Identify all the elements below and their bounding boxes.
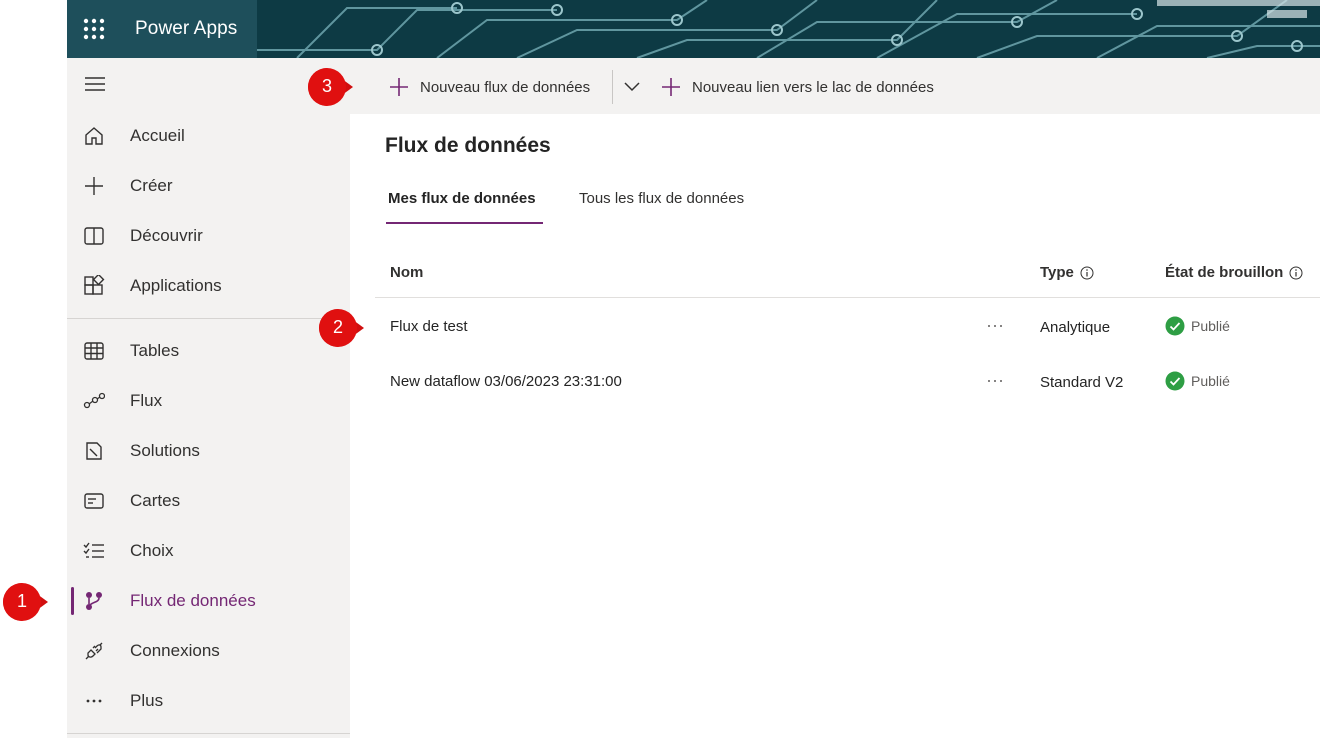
dataflow-icon (86, 592, 102, 610)
more-actions-icon[interactable] (985, 376, 1005, 386)
callout-number: 1 (16, 591, 27, 611)
command-bar: Nouveau flux de données Nouveau lien ver… (350, 58, 1320, 114)
callout-number: 2 (332, 317, 343, 337)
sidebar-item-flux[interactable]: Flux (67, 379, 350, 423)
toolbar-divider (612, 70, 613, 104)
sidebar-item-label: Flux (130, 391, 163, 410)
more-icon (86, 699, 102, 703)
column-header-label: Type (1040, 264, 1074, 281)
card-icon (84, 493, 104, 509)
app-header: Power Apps (67, 0, 1320, 58)
plus-icon (390, 78, 408, 96)
row-type: Standard V2 (1040, 374, 1124, 391)
plug-icon (85, 642, 103, 660)
more-actions-icon[interactable] (985, 321, 1005, 331)
sidebar-item-solutions[interactable]: Solutions (67, 429, 350, 473)
sidebar-item-applications[interactable]: Applications (67, 264, 350, 308)
waffle-icon[interactable] (81, 16, 107, 42)
app-title[interactable]: Power Apps (135, 18, 237, 40)
check-circle-icon (1165, 316, 1185, 336)
sidebar-item-tables[interactable]: Tables (67, 329, 350, 373)
plus-icon (662, 78, 680, 96)
flow-icon (83, 392, 105, 409)
nav-divider (67, 318, 350, 319)
active-indicator (71, 587, 74, 615)
sidebar-item-label: Solutions (130, 441, 200, 460)
sidebar-item-label: Applications (130, 276, 222, 295)
column-header-draft-state[interactable]: État de brouillon (1165, 264, 1303, 281)
sidebar-item-label: Cartes (130, 491, 181, 510)
sidebar-item-cartes[interactable]: Cartes (67, 479, 350, 523)
row-name-link[interactable]: New dataflow 03/06/2023 23:31:00 (390, 373, 622, 390)
sidebar-item-label: Accueil (130, 126, 185, 145)
status-text: Publié (1191, 373, 1230, 389)
plus-icon (85, 177, 103, 195)
tab-tous-les-flux[interactable]: Tous les flux de données (579, 190, 744, 207)
column-header-label: Nom (390, 264, 424, 281)
status-badge: Publié (1165, 316, 1230, 336)
book-icon (84, 227, 104, 245)
status-badge: Publié (1165, 371, 1230, 391)
sidebar-item-connexions[interactable]: Connexions (67, 629, 350, 673)
tab-mes-flux[interactable]: Mes flux de données (388, 190, 536, 207)
callout-number: 3 (321, 76, 332, 96)
callout-badge: 2 (318, 308, 366, 348)
sidebar-item-choix[interactable]: Choix (67, 529, 350, 573)
apps-icon (84, 275, 105, 295)
chevron-down-icon[interactable] (622, 76, 642, 96)
sidebar-item-label: Choix (130, 541, 174, 560)
callout-badge: 1 (2, 582, 50, 622)
sidebar-item-label: Connexions (130, 641, 220, 660)
column-header-label: État de brouillon (1165, 264, 1284, 281)
sidebar-item-decouvrir[interactable]: Découvrir (67, 214, 350, 258)
sidebar-item-label: Découvrir (130, 226, 203, 245)
choices-icon (83, 542, 104, 558)
column-header-name[interactable]: Nom (390, 264, 423, 281)
sidebar-item-label: Flux de données (130, 591, 256, 610)
sidebar-item-label: Créer (130, 176, 173, 195)
left-nav: Accueil Créer Découvrir Applications Tab… (67, 58, 350, 738)
header-banner-image (257, 0, 1320, 58)
sidebar-item-accueil[interactable]: Accueil (67, 114, 350, 158)
new-lake-link-button[interactable]: Nouveau lien vers le lac de données (660, 72, 934, 102)
home-icon (85, 127, 103, 145)
status-text: Publié (1191, 318, 1230, 334)
table-header-divider (375, 297, 1320, 298)
active-tab-underline (386, 222, 543, 224)
sidebar-item-label: Tables (130, 341, 180, 360)
column-header-type[interactable]: Type (1040, 264, 1094, 281)
info-icon[interactable] (1080, 266, 1094, 280)
sidebar-item-creer[interactable]: Créer (67, 164, 350, 208)
nav-divider (67, 733, 350, 734)
table-icon (84, 342, 104, 360)
new-dataflow-label: Nouveau flux de données (420, 78, 591, 96)
hamburger-icon[interactable] (83, 72, 107, 96)
sidebar-item-plus[interactable]: Plus (67, 679, 350, 723)
info-icon[interactable] (1289, 266, 1303, 280)
page-title: Flux de données (385, 134, 551, 157)
check-circle-icon (1165, 371, 1185, 391)
new-lake-link-label: Nouveau lien vers le lac de données (692, 78, 934, 96)
sidebar-item-label: Plus (130, 691, 164, 710)
row-name-link[interactable]: Flux de test (390, 318, 468, 335)
callout-badge: 3 (307, 67, 355, 107)
new-dataflow-button[interactable]: Nouveau flux de données (388, 72, 590, 102)
solutions-icon (86, 442, 102, 460)
sidebar-item-flux-de-donnees[interactable]: Flux de données (67, 579, 350, 623)
row-type: Analytique (1040, 319, 1111, 336)
